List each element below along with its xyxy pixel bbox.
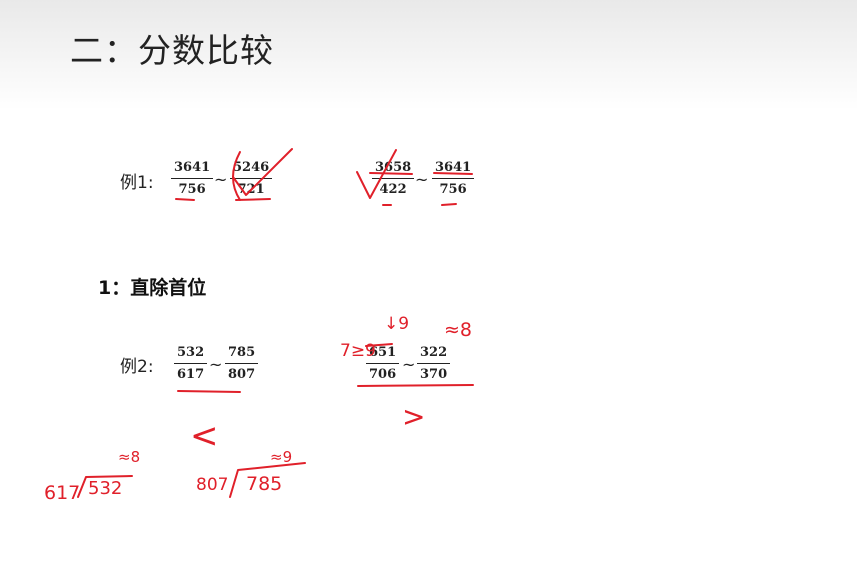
denominator: 721: [237, 182, 265, 197]
handwritten-note: ↓9: [384, 314, 409, 334]
fraction-bar: [432, 178, 475, 179]
method-heading: 1：直除首位: [98, 277, 207, 299]
numerator: 322: [420, 345, 448, 360]
denominator: 756: [178, 182, 206, 197]
tilde-symbol: ~: [402, 355, 416, 374]
ex2-fraction-a-left: 532 617: [174, 345, 208, 382]
long-division-bracket: [229, 462, 306, 498]
division-divisor: 617: [44, 482, 80, 504]
ex1-fraction-b-right: 3641 756: [432, 160, 475, 197]
denominator: 807: [228, 367, 256, 382]
tilde-symbol: ~: [214, 170, 228, 189]
ex1-fraction-a-left: 3641 756: [171, 160, 214, 197]
numerator: 532: [177, 345, 205, 360]
denominator: 422: [379, 182, 407, 197]
underline-mark: [175, 198, 195, 201]
fraction-bar: [171, 178, 214, 179]
long-division-bracket: [77, 475, 133, 498]
tilde-symbol: ~: [415, 170, 429, 189]
ex1-fraction-b-left: 3658 422: [372, 160, 415, 197]
slide-title: 二：分数比较: [70, 31, 274, 70]
ex1-fraction-a-right: 5246 721: [230, 160, 273, 197]
numerator: 785: [228, 345, 256, 360]
numerator: 5246: [233, 160, 270, 175]
underline-mark: [235, 198, 271, 201]
less-than-mark: <: [190, 416, 219, 456]
underline-mark: [357, 384, 474, 387]
numerator: 3641: [174, 160, 211, 175]
division-quotient: ≈9: [270, 448, 292, 466]
ex2-fraction-b-left: 651 706: [366, 345, 400, 382]
greater-than-mark: >: [402, 400, 425, 433]
division-dividend: 532: [88, 478, 122, 499]
fraction-bar: [174, 363, 208, 364]
denominator: 706: [369, 367, 397, 382]
ex2-fraction-b-right: 322 370: [417, 345, 451, 382]
numerator: 651: [369, 345, 397, 360]
fraction-bar: [372, 178, 415, 179]
division-divisor: 807: [196, 475, 228, 495]
fraction-bar: [417, 363, 451, 364]
numerator: 3641: [435, 160, 472, 175]
fraction-bar: [230, 178, 273, 179]
tilde-symbol: ~: [209, 355, 223, 374]
denominator: 370: [420, 367, 448, 382]
example2-label: 例2:: [120, 357, 154, 377]
division-quotient: ≈8: [118, 448, 140, 466]
fraction-bar: [366, 363, 400, 364]
division-dividend: 785: [246, 473, 282, 495]
underline-mark: [177, 390, 241, 393]
numerator: 3658: [375, 160, 412, 175]
denominator: 756: [439, 182, 467, 197]
handwritten-note: ≈8: [444, 319, 472, 341]
fraction-bar: [225, 363, 259, 364]
underline-mark: [441, 203, 457, 206]
denominator: 617: [177, 367, 205, 382]
ex2-fraction-a-right: 785 807: [225, 345, 259, 382]
example1-label: 例1:: [120, 173, 154, 193]
